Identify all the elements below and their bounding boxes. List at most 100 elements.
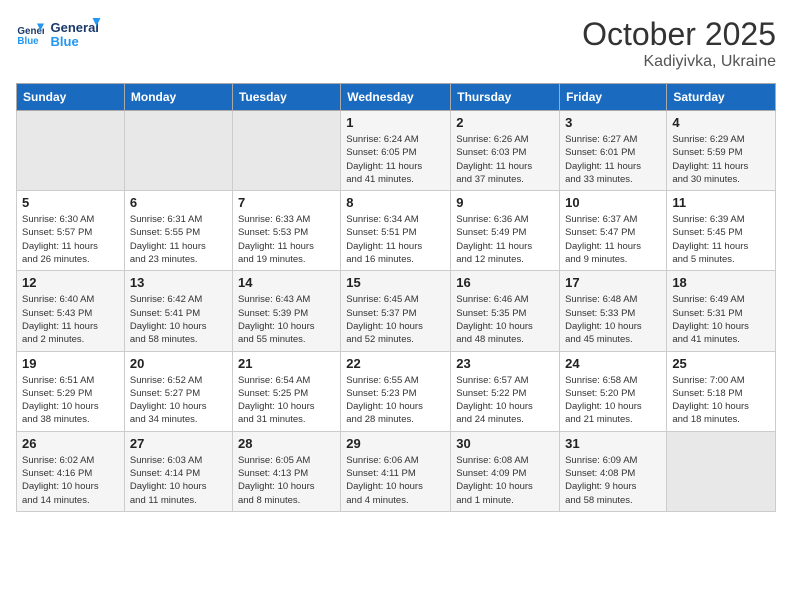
day-number: 8 [346, 195, 445, 210]
day-info: Sunrise: 6:45 AM Sunset: 5:37 PM Dayligh… [346, 293, 445, 346]
calendar-day-cell: 23 Sunrise: 6:57 AM Sunset: 5:22 PM Dayli… [451, 351, 560, 431]
calendar-day-cell: 11 Sunrise: 6:39 AM Sunset: 5:45 PM Dayli… [667, 191, 776, 271]
day-info: Sunrise: 6:02 AM Sunset: 4:16 PM Dayligh… [22, 454, 119, 507]
day-info: Sunrise: 6:31 AM Sunset: 5:55 PM Dayligh… [130, 213, 227, 266]
calendar-day-cell: 22 Sunrise: 6:55 AM Sunset: 5:23 PM Dayli… [341, 351, 451, 431]
day-number: 13 [130, 275, 227, 290]
day-info: Sunrise: 6:36 AM Sunset: 5:49 PM Dayligh… [456, 213, 554, 266]
calendar-day-cell: 10 Sunrise: 6:37 AM Sunset: 5:47 PM Dayli… [560, 191, 667, 271]
day-number: 26 [22, 436, 119, 451]
day-number: 18 [672, 275, 770, 290]
day-info: Sunrise: 6:55 AM Sunset: 5:23 PM Dayligh… [346, 374, 445, 427]
weekday-header-cell: Wednesday [341, 84, 451, 111]
day-number: 27 [130, 436, 227, 451]
calendar-day-cell: 21 Sunrise: 6:54 AM Sunset: 5:25 PM Dayli… [232, 351, 340, 431]
day-info: Sunrise: 6:37 AM Sunset: 5:47 PM Dayligh… [565, 213, 661, 266]
month-title: October 2025 [582, 16, 776, 53]
day-number: 30 [456, 436, 554, 451]
day-number: 9 [456, 195, 554, 210]
weekday-header-cell: Saturday [667, 84, 776, 111]
calendar-day-cell: 20 Sunrise: 6:52 AM Sunset: 5:27 PM Dayli… [124, 351, 232, 431]
day-number: 1 [346, 115, 445, 130]
calendar-day-cell: 19Sunrise: 6:51 AM Sunset: 5:29 PM Dayli… [17, 351, 125, 431]
day-number: 22 [346, 356, 445, 371]
calendar-day-cell: 26 Sunrise: 6:02 AM Sunset: 4:16 PM Dayli… [17, 431, 125, 511]
calendar-week-row: 1 Sunrise: 6:24 AM Sunset: 6:05 PM Daylig… [17, 111, 776, 191]
day-info: Sunrise: 6:48 AM Sunset: 5:33 PM Dayligh… [565, 293, 661, 346]
day-number: 20 [130, 356, 227, 371]
calendar-week-row: 5 Sunrise: 6:30 AM Sunset: 5:57 PM Daylig… [17, 191, 776, 271]
calendar-day-cell: 9 Sunrise: 6:36 AM Sunset: 5:49 PM Daylig… [451, 191, 560, 271]
day-info: Sunrise: 6:52 AM Sunset: 5:27 PM Dayligh… [130, 374, 227, 427]
day-info: Sunrise: 6:49 AM Sunset: 5:31 PM Dayligh… [672, 293, 770, 346]
day-info: Sunrise: 6:03 AM Sunset: 4:14 PM Dayligh… [130, 454, 227, 507]
calendar-day-cell: 7Sunrise: 6:33 AM Sunset: 5:53 PM Daylig… [232, 191, 340, 271]
svg-text:Blue: Blue [51, 34, 79, 49]
day-info: Sunrise: 6:54 AM Sunset: 5:25 PM Dayligh… [238, 374, 335, 427]
calendar-day-cell: 28 Sunrise: 6:05 AM Sunset: 4:13 PM Dayli… [232, 431, 340, 511]
day-info: Sunrise: 6:08 AM Sunset: 4:09 PM Dayligh… [456, 454, 554, 507]
day-info: Sunrise: 6:46 AM Sunset: 5:35 PM Dayligh… [456, 293, 554, 346]
calendar-day-cell: 12 Sunrise: 6:40 AM Sunset: 5:43 PM Dayli… [17, 271, 125, 351]
day-number: 16 [456, 275, 554, 290]
day-number: 6 [130, 195, 227, 210]
calendar-day-cell [232, 111, 340, 191]
day-info: Sunrise: 6:30 AM Sunset: 5:57 PM Dayligh… [22, 213, 119, 266]
day-number: 10 [565, 195, 661, 210]
weekday-header-cell: Monday [124, 84, 232, 111]
day-info: Sunrise: 6:34 AM Sunset: 5:51 PM Dayligh… [346, 213, 445, 266]
day-number: 28 [238, 436, 335, 451]
calendar-day-cell [667, 431, 776, 511]
day-info: Sunrise: 6:24 AM Sunset: 6:05 PM Dayligh… [346, 133, 445, 186]
day-number: 24 [565, 356, 661, 371]
day-info: Sunrise: 6:43 AM Sunset: 5:39 PM Dayligh… [238, 293, 335, 346]
calendar-week-row: 12 Sunrise: 6:40 AM Sunset: 5:43 PM Dayli… [17, 271, 776, 351]
day-info: Sunrise: 6:42 AM Sunset: 5:41 PM Dayligh… [130, 293, 227, 346]
calendar-day-cell: 4Sunrise: 6:29 AM Sunset: 5:59 PM Daylig… [667, 111, 776, 191]
day-number: 5 [22, 195, 119, 210]
day-info: Sunrise: 6:40 AM Sunset: 5:43 PM Dayligh… [22, 293, 119, 346]
day-number: 31 [565, 436, 661, 451]
calendar-day-cell: 31 Sunrise: 6:09 AM Sunset: 4:08 PM Dayli… [560, 431, 667, 511]
day-info: Sunrise: 6:57 AM Sunset: 5:22 PM Dayligh… [456, 374, 554, 427]
weekday-header-cell: Sunday [17, 84, 125, 111]
day-number: 2 [456, 115, 554, 130]
day-number: 12 [22, 275, 119, 290]
day-info: Sunrise: 6:26 AM Sunset: 6:03 PM Dayligh… [456, 133, 554, 186]
day-info: Sunrise: 7:00 AM Sunset: 5:18 PM Dayligh… [672, 374, 770, 427]
day-number: 19 [22, 356, 119, 371]
svg-text:General: General [51, 20, 99, 35]
day-info: Sunrise: 6:05 AM Sunset: 4:13 PM Dayligh… [238, 454, 335, 507]
day-number: 3 [565, 115, 661, 130]
logo-icon: General Blue [16, 20, 44, 48]
calendar-day-cell: 2 Sunrise: 6:26 AM Sunset: 6:03 PM Daylig… [451, 111, 560, 191]
calendar-day-cell [17, 111, 125, 191]
day-number: 25 [672, 356, 770, 371]
logo: General Blue General Blue [16, 16, 103, 51]
calendar-day-cell: 18 Sunrise: 6:49 AM Sunset: 5:31 PM Dayli… [667, 271, 776, 351]
weekday-header-cell: Tuesday [232, 84, 340, 111]
calendar-day-cell: 27 Sunrise: 6:03 AM Sunset: 4:14 PM Dayli… [124, 431, 232, 511]
calendar-day-cell: 1 Sunrise: 6:24 AM Sunset: 6:05 PM Daylig… [341, 111, 451, 191]
day-number: 21 [238, 356, 335, 371]
day-number: 15 [346, 275, 445, 290]
day-info: Sunrise: 6:09 AM Sunset: 4:08 PM Dayligh… [565, 454, 661, 507]
day-info: Sunrise: 6:33 AM Sunset: 5:53 PM Dayligh… [238, 213, 335, 266]
day-number: 11 [672, 195, 770, 210]
day-info: Sunrise: 6:27 AM Sunset: 6:01 PM Dayligh… [565, 133, 661, 186]
day-info: Sunrise: 6:06 AM Sunset: 4:11 PM Dayligh… [346, 454, 445, 507]
calendar-day-cell: 25 Sunrise: 7:00 AM Sunset: 5:18 PM Dayli… [667, 351, 776, 431]
calendar-week-row: 26 Sunrise: 6:02 AM Sunset: 4:16 PM Dayli… [17, 431, 776, 511]
day-info: Sunrise: 6:39 AM Sunset: 5:45 PM Dayligh… [672, 213, 770, 266]
calendar-day-cell: 17 Sunrise: 6:48 AM Sunset: 5:33 PM Dayli… [560, 271, 667, 351]
calendar-day-cell [124, 111, 232, 191]
calendar-day-cell: 15 Sunrise: 6:45 AM Sunset: 5:37 PM Dayli… [341, 271, 451, 351]
page-header: General Blue General Blue October 2025 K… [16, 16, 776, 71]
logo-graphic: General Blue [48, 16, 103, 51]
day-number: 17 [565, 275, 661, 290]
weekday-header-cell: Thursday [451, 84, 560, 111]
day-number: 23 [456, 356, 554, 371]
calendar-day-cell: 16 Sunrise: 6:46 AM Sunset: 5:35 PM Dayli… [451, 271, 560, 351]
calendar-table: SundayMondayTuesdayWednesdayThursdayFrid… [16, 83, 776, 512]
location-title: Kadiyivka, Ukraine [582, 53, 776, 71]
